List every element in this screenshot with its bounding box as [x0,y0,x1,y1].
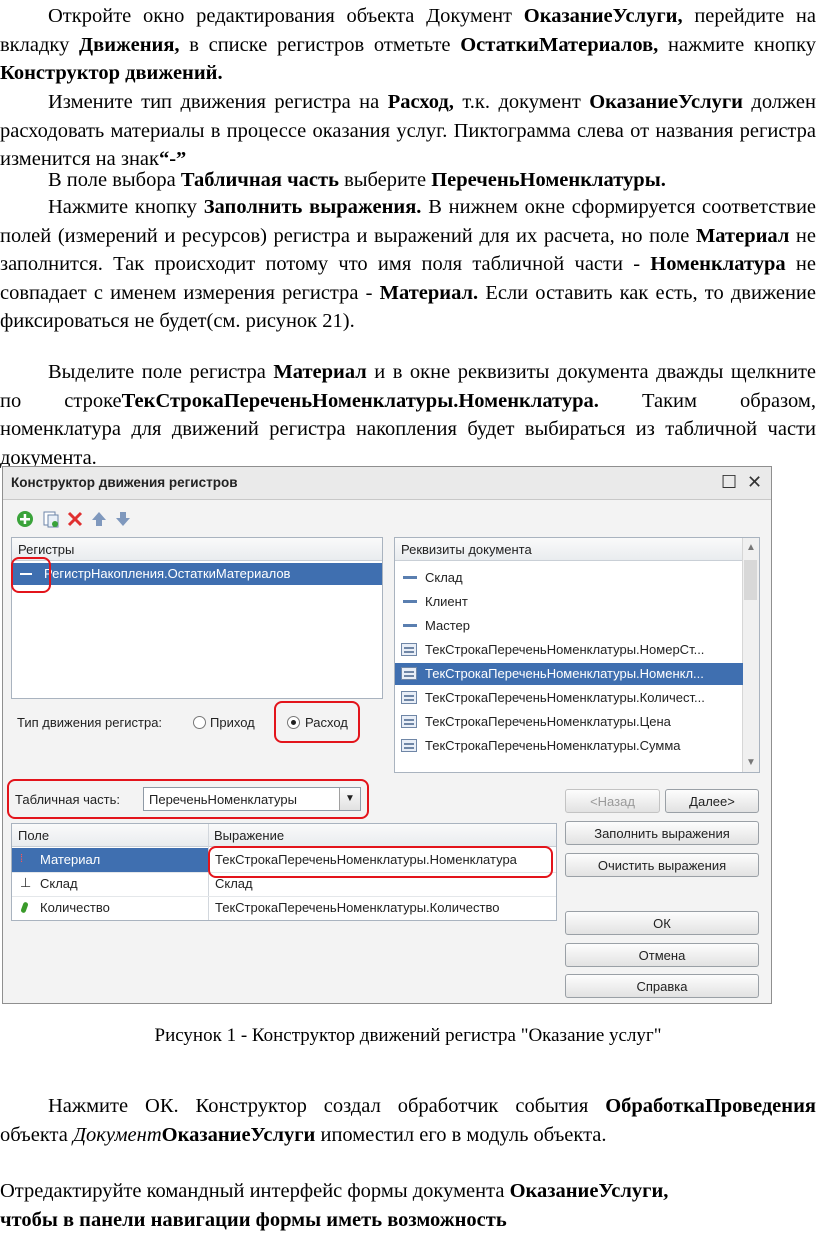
highlight-expense [274,701,360,743]
move-up-icon[interactable] [89,509,109,529]
radio-income[interactable] [193,716,206,729]
ok-button[interactable]: ОК [565,911,759,935]
paragraph-fill-expressions: Нажмите кнопку Заполнить выражения. В ни… [0,196,816,333]
grid-col-expr: Выражение [214,828,285,843]
highlight-table-part [7,779,369,819]
clear-expressions-button[interactable]: Очистить выражения [565,853,759,877]
requisite-row[interactable]: ТекСтрокаПереченьНоменклатуры.Количест..… [395,687,743,709]
paragraph-change-type: Измените тип движения регистра на Расход… [0,91,816,171]
table-icon [401,715,417,728]
registers-header: Регистры [12,538,382,561]
paragraph-open-editor: Откройте окно редактирования объекта Док… [0,5,816,85]
dimension-icon: ⁞ [20,853,24,865]
scroll-up-icon[interactable]: ▲ [746,542,756,553]
requisite-row-selected[interactable]: ТекСтрокаПереченьНоменклатуры.Номенкл... [395,663,743,685]
registers-list[interactable]: Регистры РегистрНакопления.ОстаткиМатери… [11,537,383,699]
next-button[interactable]: Далее> [665,789,759,813]
paragraph-table-part: В поле выбора Табличная часть выберите П… [48,169,666,191]
help-button[interactable]: Справка [565,974,759,998]
table-icon [401,643,417,656]
dialog-title-bar: Конструктор движения регистров ☐ ✕ [3,467,771,500]
copy-icon[interactable] [41,509,61,529]
movement-type-label: Тип движения регистра: [17,715,163,730]
attribute-icon [403,576,417,579]
table-icon [401,739,417,752]
attribute-icon [403,624,417,627]
paragraph-press-ok: Нажмите ОК. Конструктор создал обработчи… [0,1095,816,1146]
paragraph-edit-interface: Отредактируйте командный интерфейс формы… [0,1180,669,1231]
attribute-icon [403,600,417,603]
table-icon [401,691,417,704]
back-button[interactable]: <Назад [565,789,660,813]
dialog-title: Конструктор движения регистров [11,475,238,490]
requisite-row[interactable]: ТекСтрокаПереченьНоменклатуры.НомерСт... [395,639,743,661]
requisite-row[interactable]: Клиент [395,591,759,613]
radio-income-label: Приход [210,715,255,730]
requisites-header: Реквизиты документа [395,538,759,561]
grid-col-field: Поле [18,828,50,843]
requisite-row[interactable]: Мастер [395,615,759,637]
requisite-row[interactable]: ТекСтрокаПереченьНоменклатуры.Сумма [395,735,743,757]
close-icon[interactable]: ✕ [747,473,762,491]
move-down-icon[interactable] [113,509,133,529]
highlight-minus-icon [11,557,51,593]
figure-caption: Рисунок 1 - Конструктор движений регистр… [154,1025,662,1046]
document-requisites-list[interactable]: Реквизиты документа ▲ ▼ Склад Клиент Мас… [394,537,760,773]
grid-row-selected-field[interactable]: ⁞ Материал [12,848,208,872]
table-icon [401,667,417,680]
scroll-down-icon[interactable]: ▼ [746,757,756,768]
add-icon[interactable] [15,509,35,529]
register-item[interactable]: РегистрНакопления.ОстаткиМатериалов [12,563,382,585]
delete-icon[interactable] [65,509,85,529]
grid-header: Поле Выражение [12,824,556,847]
maximize-icon[interactable]: ☐ [721,473,737,491]
dimension-icon: ⊥ [20,875,32,890]
fill-expressions-button[interactable]: Заполнить выражения [565,821,759,845]
table-row[interactable]: Количество ТекСтрокаПереченьНоменклатуры… [12,897,556,919]
requisite-row[interactable]: Склад [395,567,759,589]
paragraph-select-field: Выделите поле регистра Материал и в окне… [0,361,816,469]
register-movement-constructor-dialog: Конструктор движения регистров ☐ ✕ Регис… [2,466,772,1004]
resource-icon [20,901,29,914]
highlight-expression [208,846,553,878]
cancel-button[interactable]: Отмена [565,943,759,967]
requisite-row[interactable]: ТекСтрокаПереченьНоменклатуры.Цена [395,711,743,733]
